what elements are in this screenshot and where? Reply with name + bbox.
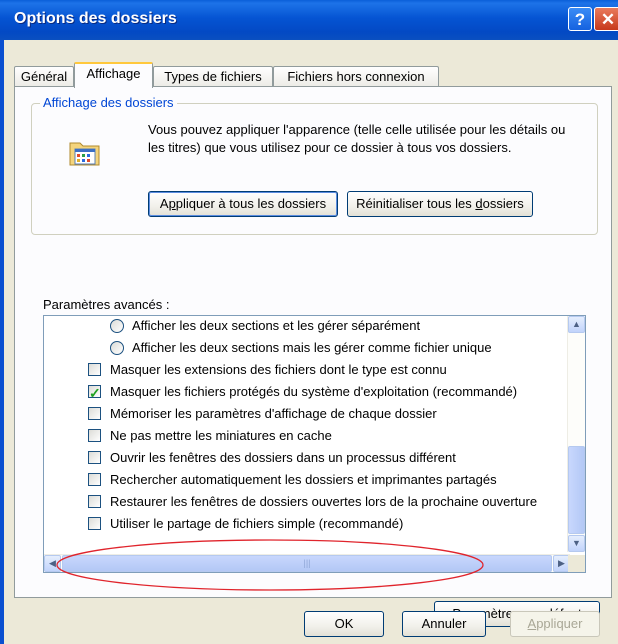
window-title: Options des dossiers [14,10,177,27]
help-button[interactable]: ? [568,7,592,31]
apply-to-all-folders-button[interactable]: Appliquer à tous les dossiers [148,191,338,217]
title-bar[interactable]: Options des dossiers ? ✕ [0,0,618,40]
scrollbar-corner [568,555,585,572]
tab-panel-affichage: Affichage des dossiers Vous pouvez appli… [14,86,612,627]
tab-fichiers-hors-connexion[interactable]: Fichiers hors connexion [273,66,439,87]
radio-button[interactable] [110,319,124,333]
checkbox[interactable] [88,451,101,464]
folder-view-description: Vous pouvez appliquer l'apparence (telle… [148,122,566,155]
group-label: Affichage des dossiers [40,95,177,110]
vertical-scroll-thumb[interactable] [568,446,585,534]
folder-options-window: Options des dossiers ? ✕ Général Afficha… [0,0,618,644]
horizontal-scrollbar[interactable]: ◀ ||| ▶ [44,554,570,572]
tab-affichage[interactable]: Affichage [74,62,153,88]
reset-all-folders-button[interactable]: Réinitialiser tous les dossiers [347,191,533,217]
ok-button[interactable]: OK [304,611,384,637]
scroll-down-button[interactable]: ▼ [568,535,585,552]
folder-view-group: Affichage des dossiers Vous pouvez appli… [31,95,598,235]
radio-button[interactable] [110,341,124,355]
advanced-settings-list[interactable]: Afficher les deux sections et les gérer … [43,315,586,573]
cancel-button[interactable]: Annuler [402,611,486,637]
advanced-settings-label: Paramètres avancés : [43,297,170,312]
folder-options-icon [69,142,100,166]
checkbox[interactable] [88,473,101,486]
checkbox[interactable] [88,495,101,508]
dialog-client: Général Affichage Types de fichiers Fich… [4,40,618,644]
apply-button[interactable]: Appliquer [510,611,600,637]
scroll-up-button[interactable]: ▲ [568,316,585,333]
tab-general[interactable]: Général [14,66,74,87]
checkbox[interactable] [88,517,101,530]
close-button[interactable]: ✕ [594,7,618,31]
checkbox[interactable] [88,429,101,442]
horizontal-scroll-thumb[interactable]: ||| [62,555,552,572]
tab-types-de-fichiers[interactable]: Types de fichiers [153,66,273,87]
checkbox-checked[interactable]: ✓ [88,385,101,401]
checkbox[interactable] [88,363,101,376]
scroll-left-button[interactable]: ◀ [44,555,61,572]
checkmark-icon: ✓ [89,385,101,401]
vertical-scrollbar[interactable]: ▲ ▼ [567,316,585,552]
checkbox[interactable] [88,407,101,420]
